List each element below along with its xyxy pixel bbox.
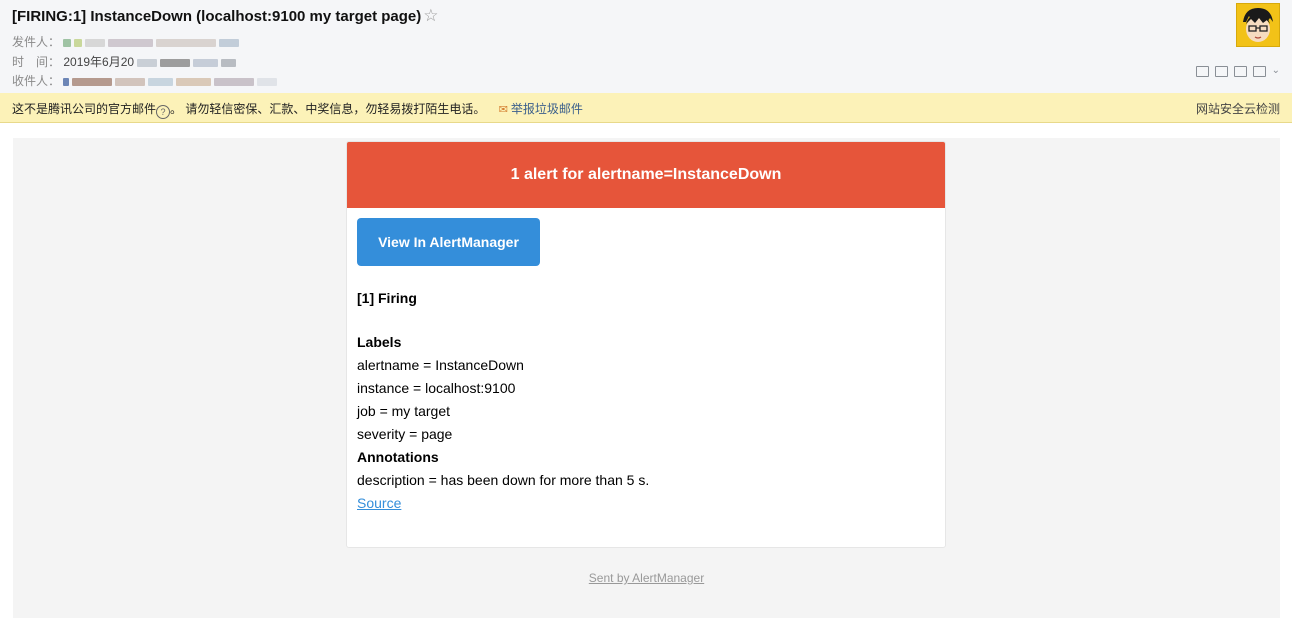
alert-header: 1 alert for alertname=InstanceDown [347, 142, 945, 208]
new-window-icon[interactable] [1195, 66, 1209, 77]
to-label: 收件人： [12, 74, 61, 88]
from-value-redacted[interactable] [63, 35, 242, 49]
reading-pane-icon[interactable] [1214, 66, 1228, 77]
avatar-icon [1237, 4, 1279, 46]
footer: Sent by AlertManager [13, 571, 1280, 585]
alert-card: 1 alert for alertname=InstanceDown View … [346, 141, 946, 548]
to-row: 收件人： [12, 72, 280, 89]
to-value-redacted[interactable] [63, 74, 280, 88]
print-icon[interactable] [1252, 66, 1266, 77]
from-row: 发件人： [12, 33, 242, 50]
view-in-alertmanager-button[interactable]: View In AlertManager [357, 218, 540, 266]
security-check-link[interactable]: 网站安全云检测 [1196, 100, 1280, 117]
time-value: 2019年6月20 [63, 55, 135, 69]
mail-header: [FIRING:1] InstanceDown (localhost:9100 … [0, 0, 1292, 93]
warning-text: 这不是腾讯公司的官方邮件 [12, 102, 157, 116]
alert-content: View In AlertManager [1] Firing Labels a… [347, 208, 945, 515]
mail-subject: [FIRING:1] InstanceDown (localhost:9100 … [12, 6, 439, 26]
label-line: alertname = InstanceDown [357, 357, 524, 373]
subject-text: [FIRING:1] InstanceDown (localhost:9100 … [12, 8, 422, 25]
email-body: 1 alert for alertname=InstanceDown View … [13, 138, 1280, 618]
label-line: job = my target [357, 403, 450, 419]
save-attachment-icon[interactable] [1233, 66, 1247, 77]
star-icon[interactable]: ☆ [423, 6, 438, 25]
source-link[interactable]: Source [357, 495, 401, 511]
time-value-redacted [137, 55, 239, 69]
report-icon: ✉ [498, 104, 508, 116]
security-warning-bar: 这不是腾讯公司的官方邮件?。 请勿轻信密保、汇款、中奖信息，勿轻易拨打陌生电话。… [0, 93, 1292, 123]
sent-by-link[interactable]: Sent by AlertManager [589, 571, 704, 585]
warning-text-2: 。 请勿轻信密保、汇款、中奖信息，勿轻易拨打陌生电话。 [170, 102, 486, 116]
time-label: 时 间： [12, 55, 61, 69]
labels-title: Labels [357, 334, 402, 350]
chevron-down-icon[interactable]: ⌄ [1272, 66, 1280, 76]
annotation-line: description = has been down for more tha… [357, 472, 650, 488]
label-line: instance = localhost:9100 [357, 380, 516, 396]
help-icon[interactable]: ? [156, 105, 171, 119]
label-line: severity = page [357, 426, 453, 442]
time-row: 时 间： 2019年6月20 [12, 53, 239, 70]
from-label: 发件人： [12, 35, 61, 49]
sender-avatar[interactable] [1236, 3, 1280, 47]
warning-message: 这不是腾讯公司的官方邮件?。 请勿轻信密保、汇款、中奖信息，勿轻易拨打陌生电话。… [12, 100, 583, 119]
firing-title: [1] Firing [357, 290, 417, 306]
report-spam-link[interactable]: ✉ 举报垃圾邮件 [499, 102, 583, 116]
annotations-title: Annotations [357, 449, 439, 465]
report-spam-label: 举报垃圾邮件 [510, 102, 583, 116]
mail-toolbar: ⌄ [1195, 66, 1280, 77]
